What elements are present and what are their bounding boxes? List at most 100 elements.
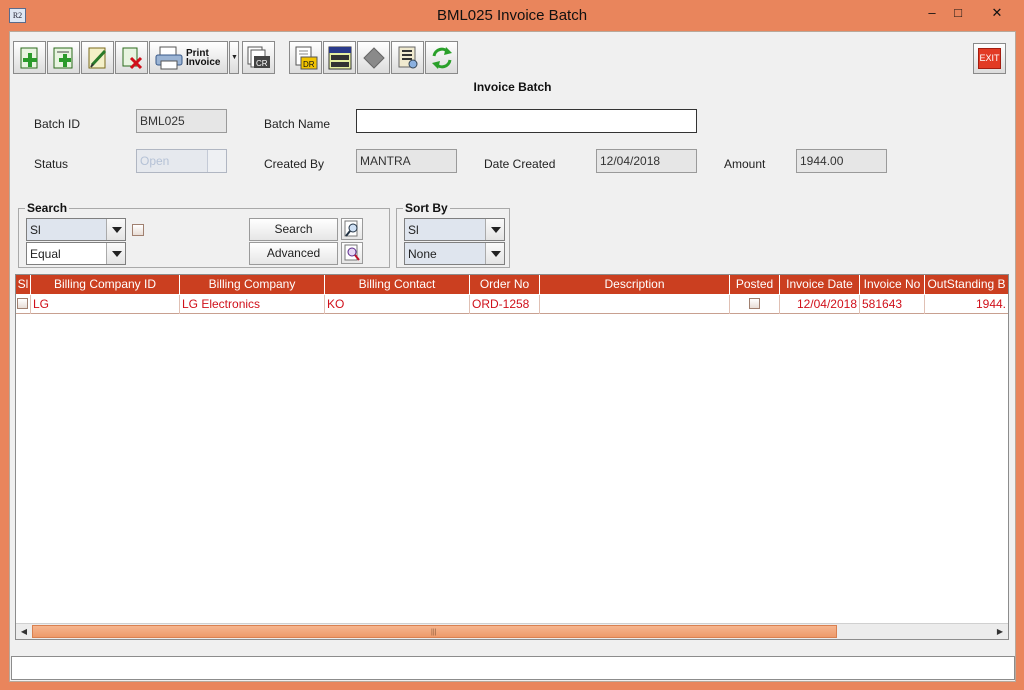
column-header-billing-contact[interactable]: Billing Contact [325, 275, 470, 294]
column-header-description[interactable]: Description [540, 275, 730, 294]
refresh-button[interactable] [425, 41, 458, 74]
edit-pencil-icon [88, 47, 107, 69]
sort-field-select[interactable]: Sl [404, 218, 505, 241]
delete-button[interactable] [115, 41, 148, 74]
scroll-right-arrow-icon[interactable]: ▶ [993, 625, 1007, 638]
batch-name-input[interactable] [356, 109, 697, 133]
column-header-posted[interactable]: Posted [730, 275, 780, 294]
grip-icon: ||| [431, 629, 437, 636]
status-label: Status [34, 157, 69, 171]
sort-order-select[interactable]: None [404, 242, 505, 265]
amount-label: Amount [724, 157, 766, 171]
status-bar [11, 656, 1015, 680]
cr-document-icon: CR [247, 46, 270, 68]
column-header-billing-company[interactable]: Billing Company [180, 275, 325, 294]
dr-document-icon: DR [295, 46, 318, 70]
exit-icon: EXIT [978, 48, 1001, 69]
column-header-sl[interactable]: Sl [16, 275, 31, 294]
debit-note-button[interactable]: DR [289, 41, 322, 74]
column-header-invoice-date[interactable]: Invoice Date [780, 275, 860, 294]
cell-description[interactable] [540, 295, 730, 314]
horizontal-scrollbar[interactable]: ◀ ||| ▶ [16, 623, 1008, 639]
created-by-field: MANTRA [356, 149, 457, 173]
add-line-button[interactable] [47, 41, 80, 74]
cell-billing-company-id[interactable]: LG [31, 295, 180, 314]
credit-note-button[interactable]: CR [242, 41, 275, 74]
print-invoice-button[interactable]: Print Invoice [149, 41, 228, 74]
add-document-icon [20, 47, 38, 69]
search-operator-value: Equal [30, 247, 61, 261]
main-panel: Print Invoice ▼ CR DR EXIT Invoice Batch… [9, 31, 1016, 682]
amount-field: 1944.00 [796, 149, 887, 173]
cell-posted[interactable] [730, 295, 780, 314]
window-title: BML025 Invoice Batch [436, 7, 588, 24]
table-row[interactable]: LG LG Electronics KO ORD-1258 12/04/2018… [16, 295, 1008, 314]
advanced-search-icon-button[interactable] [341, 242, 363, 264]
date-created-field: 12/04/2018 [596, 149, 697, 173]
batch-id-field: BML025 [136, 109, 227, 133]
search-group-title: Search [25, 201, 70, 215]
print-label-line2: Invoice [186, 57, 221, 68]
dr-label: DR [303, 60, 315, 69]
cell-order-no[interactable]: ORD-1258 [470, 295, 540, 314]
print-options-dropdown[interactable]: ▼ [229, 41, 239, 74]
chevron-down-icon: ▼ [231, 54, 238, 61]
cell-billing-contact[interactable]: KO [325, 295, 470, 314]
list-button[interactable] [391, 41, 424, 74]
search-operator-select[interactable]: Equal [26, 242, 126, 265]
search-field-value: Sl [30, 223, 41, 237]
cell-outstanding[interactable]: 1944. [925, 295, 1008, 314]
maximize-button[interactable]: □ [944, 4, 972, 24]
row-select-checkbox[interactable] [17, 298, 28, 309]
delete-icon [122, 47, 143, 70]
scroll-thumb[interactable]: ||| [32, 625, 837, 638]
sort-group-title: Sort By [403, 201, 450, 215]
document-list-icon [398, 46, 418, 69]
search-button[interactable]: Search [249, 218, 338, 241]
print-label: Print Invoice [186, 49, 221, 68]
title-bar[interactable]: R2 BML025 Invoice Batch – □ ✕ [0, 0, 1024, 30]
search-checkbox[interactable] [132, 224, 144, 236]
invoice-table: Sl Billing Company ID Billing Company Bi… [15, 274, 1009, 640]
row-select-cell[interactable] [16, 295, 31, 314]
cell-invoice-no[interactable]: 581643 [860, 295, 925, 314]
advanced-search-button[interactable]: Advanced [249, 242, 338, 265]
search-field-select[interactable]: Sl [26, 218, 126, 241]
void-button[interactable] [357, 41, 390, 74]
search-magnifier-button[interactable] [341, 218, 363, 240]
chevron-down-icon [485, 243, 504, 264]
cr-label: CR [256, 59, 268, 68]
cell-invoice-date[interactable]: 12/04/2018 [780, 295, 860, 314]
diamond-icon [363, 47, 385, 69]
scroll-left-arrow-icon[interactable]: ◀ [17, 625, 31, 638]
sort-field-value: Sl [408, 223, 419, 237]
posted-checkbox[interactable] [749, 298, 760, 309]
minimize-button[interactable]: – [918, 4, 946, 24]
column-header-order-no[interactable]: Order No [470, 275, 540, 294]
status-select: Open [136, 149, 227, 173]
bill-credit-button[interactable] [323, 41, 356, 74]
cell-billing-company[interactable]: LG Electronics [180, 295, 325, 314]
edit-button[interactable] [81, 41, 114, 74]
app-window: R2 BML025 Invoice Batch – □ ✕ Print Invoi… [0, 0, 1024, 690]
refresh-icon [432, 47, 452, 69]
column-header-outstanding[interactable]: OutStanding B [925, 275, 1008, 294]
column-header-billing-company-id[interactable]: Billing Company ID [31, 275, 180, 294]
close-button[interactable]: ✕ [983, 4, 1011, 24]
batch-name-label: Batch Name [264, 117, 331, 131]
sort-order-value: None [408, 247, 437, 261]
printer-icon [155, 46, 183, 70]
invoice-bill-credit-icon [328, 46, 352, 70]
search-icon [344, 220, 358, 237]
chevron-down-icon [485, 219, 504, 240]
date-created-label: Date Created [484, 157, 556, 171]
form-title: Invoice Batch [473, 80, 552, 94]
add-line-icon [53, 47, 73, 69]
add-record-button[interactable] [13, 41, 46, 74]
status-value: Open [140, 154, 170, 168]
exit-button[interactable]: EXIT [973, 43, 1006, 74]
sort-group: Sort By Sl None [396, 201, 510, 268]
chevron-down-icon [106, 219, 125, 240]
search-group: Search Sl Equal Search Advanced [18, 201, 390, 268]
column-header-invoice-no[interactable]: Invoice No [860, 275, 925, 294]
